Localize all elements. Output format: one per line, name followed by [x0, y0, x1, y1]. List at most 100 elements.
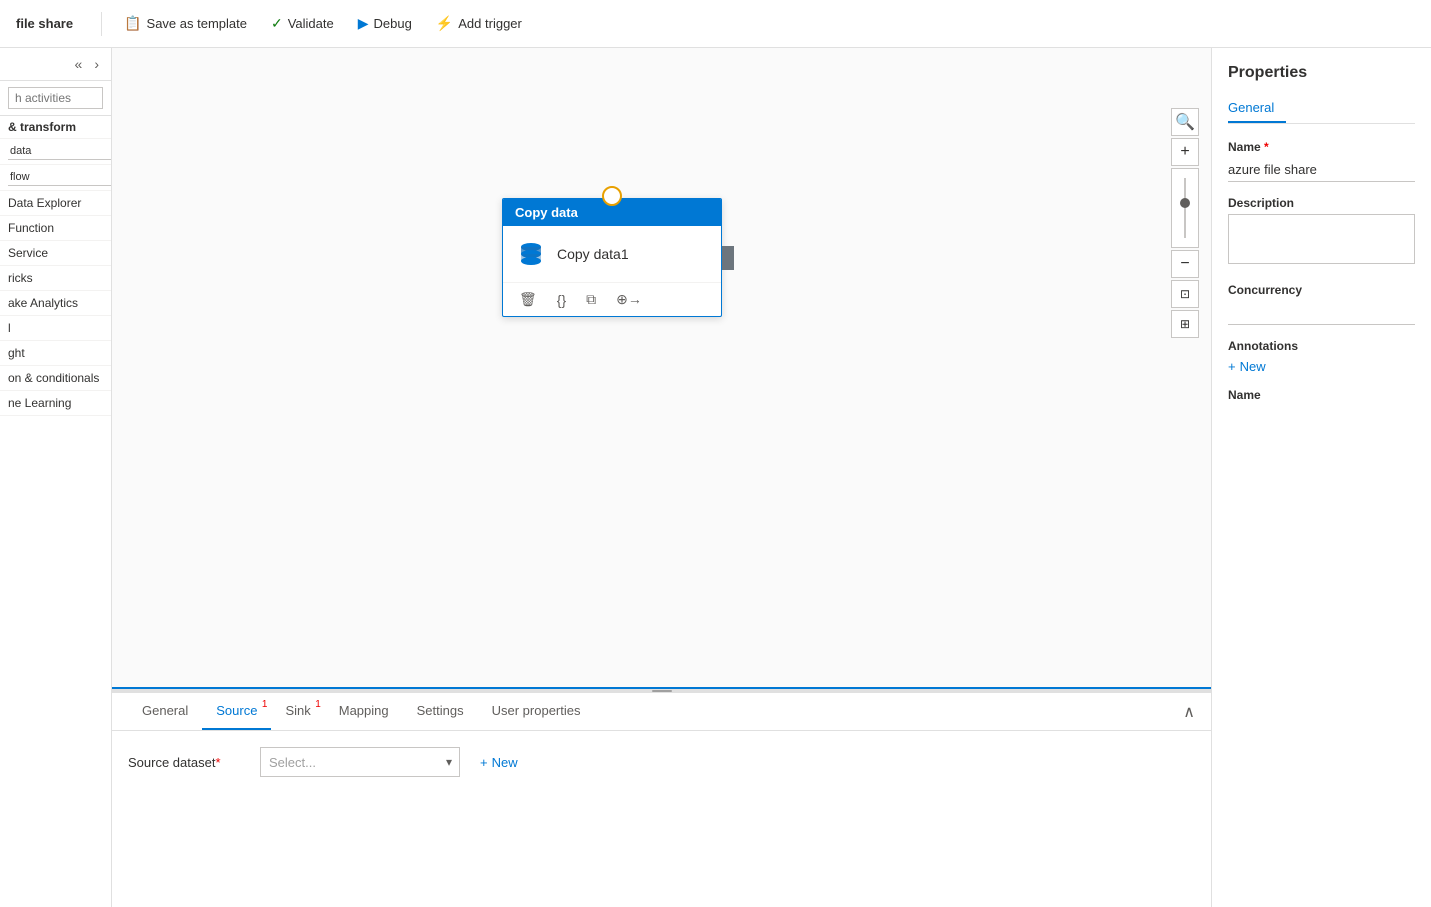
- properties-panel: Properties General Name * Description Co…: [1211, 48, 1431, 907]
- activity-connect-btn[interactable]: ⊕→: [612, 289, 646, 310]
- activity-card: Copy data: [502, 198, 722, 317]
- props-concurrency-label: Concurrency: [1228, 283, 1415, 297]
- debug-label: Debug: [374, 16, 412, 31]
- layout-icon: ⊞: [1180, 317, 1190, 331]
- tab-sink-label: Sink: [285, 703, 310, 718]
- sidebar-toggle-btn[interactable]: ›: [90, 54, 103, 74]
- search-icon: 🔍: [1175, 112, 1195, 132]
- props-concurrency-field: Concurrency: [1228, 283, 1415, 325]
- tab-sink-badge: 1: [315, 699, 321, 710]
- zoom-thumb[interactable]: [1180, 198, 1190, 208]
- props-add-annotation-plus-icon: +: [1228, 359, 1236, 374]
- props-tab-general[interactable]: General: [1228, 94, 1286, 123]
- props-description-field: Description: [1228, 196, 1415, 269]
- activity-node: Copy data: [502, 198, 722, 317]
- tab-general[interactable]: General: [128, 693, 202, 730]
- tab-user-properties-label: User properties: [492, 703, 581, 718]
- bottom-panel-body: Source dataset* Select... ▾ + New: [112, 731, 1211, 907]
- sidebar-item-ricks[interactable]: ricks: [0, 266, 111, 291]
- activity-code-btn[interactable]: {}: [553, 290, 570, 310]
- trigger-icon: ⚡: [436, 15, 453, 32]
- connector-right[interactable]: [722, 246, 734, 270]
- activity-card-actions: 🗑 {} ⧉ ⊕→: [503, 282, 721, 316]
- sidebar-data-input[interactable]: [8, 143, 112, 160]
- bottom-panel-collapse-btn[interactable]: ∧: [1183, 702, 1195, 722]
- source-dataset-required: *: [215, 755, 220, 770]
- props-description-label: Description: [1228, 196, 1415, 210]
- props-description-textarea[interactable]: [1228, 214, 1415, 264]
- save-template-button[interactable]: 📋 Save as template: [114, 9, 257, 38]
- sidebar-flow-input[interactable]: [8, 169, 112, 186]
- save-template-icon: 📋: [124, 15, 141, 32]
- zoom-out-icon: −: [1180, 255, 1189, 273]
- activity-copy-btn[interactable]: ⧉: [582, 289, 600, 310]
- sidebar-input-data: ▼: [0, 139, 111, 165]
- tab-settings[interactable]: Settings: [403, 693, 478, 730]
- props-annotations-header: Annotations: [1228, 339, 1415, 353]
- source-dataset-select[interactable]: Select...: [260, 747, 460, 777]
- tab-source-badge: 1: [262, 699, 268, 710]
- new-dataset-label: New: [492, 755, 518, 770]
- validate-label: Validate: [288, 16, 334, 31]
- zoom-in-icon: +: [1180, 143, 1189, 161]
- debug-icon: ▶: [358, 15, 369, 32]
- bottom-panel: General Source 1 Sink 1 Mapping Settings: [112, 687, 1211, 907]
- properties-title: Properties: [1228, 64, 1415, 82]
- layout-btn[interactable]: ⊞: [1171, 310, 1199, 338]
- sidebar-item-data-explorer[interactable]: Data Explorer: [0, 191, 111, 216]
- props-add-annotation-btn[interactable]: + New: [1228, 359, 1266, 374]
- source-dataset-select-wrap: Select... ▾: [260, 747, 460, 777]
- sidebar-item-ght[interactable]: ght: [0, 341, 111, 366]
- code-icon: {}: [557, 292, 566, 308]
- sidebar-collapse-btn[interactable]: «: [71, 54, 87, 74]
- search-input[interactable]: [8, 87, 103, 109]
- props-name-field: Name *: [1228, 140, 1415, 182]
- tab-general-label: General: [142, 703, 188, 718]
- new-dataset-button[interactable]: + New: [472, 751, 526, 774]
- add-trigger-button[interactable]: ⚡ Add trigger: [426, 9, 532, 38]
- activity-name: Copy data1: [557, 246, 629, 262]
- sidebar-item-conditionals[interactable]: on & conditionals: [0, 366, 111, 391]
- validate-button[interactable]: ✓ Validate: [261, 9, 344, 38]
- tab-mapping[interactable]: Mapping: [325, 693, 403, 730]
- collapse-icon: «: [75, 56, 83, 72]
- zoom-out-btn[interactable]: −: [1171, 250, 1199, 278]
- delete-icon: 🗑: [519, 291, 537, 307]
- connect-icon: ⊕→: [616, 291, 642, 307]
- activity-delete-btn[interactable]: 🗑: [515, 289, 541, 310]
- save-template-label: Save as template: [147, 16, 247, 31]
- props-tab-general-label: General: [1228, 100, 1274, 115]
- sidebar-item-service[interactable]: Service: [0, 241, 111, 266]
- sidebar-section-transform: & transform: [0, 116, 111, 139]
- sidebar-item-l[interactable]: l: [0, 316, 111, 341]
- toolbar: file share 📋 Save as template ✓ Validate…: [0, 0, 1431, 48]
- sidebar-item-function[interactable]: Function: [0, 216, 111, 241]
- fit-icon: ⊡: [1180, 287, 1190, 301]
- props-concurrency-input[interactable]: [1228, 301, 1415, 325]
- zoom-track: [1171, 168, 1199, 248]
- debug-button[interactable]: ▶ Debug: [348, 9, 422, 38]
- props-annotations: Annotations + New: [1228, 339, 1415, 374]
- sidebar: « › & transform ▼ ▼ Data Explorer Functi…: [0, 48, 112, 907]
- source-dataset-label: Source dataset*: [128, 755, 248, 770]
- sidebar-item-lake-analytics[interactable]: ake Analytics: [0, 291, 111, 316]
- zoom-controls: 🔍 + − ⊡ ⊞: [1171, 108, 1199, 338]
- center-area: 🔍 + − ⊡ ⊞: [112, 48, 1211, 907]
- tab-sink[interactable]: Sink 1: [271, 693, 324, 730]
- tab-user-properties[interactable]: User properties: [478, 693, 595, 730]
- props-name-section-label: Name: [1228, 388, 1415, 402]
- search-zoom-btn[interactable]: 🔍: [1171, 108, 1199, 136]
- props-name-input[interactable]: [1228, 158, 1415, 182]
- sidebar-item-machine-learning[interactable]: ne Learning: [0, 391, 111, 416]
- pipeline-title: file share: [16, 16, 73, 31]
- tab-source[interactable]: Source 1: [202, 693, 271, 730]
- props-name-required: *: [1264, 140, 1269, 154]
- fit-btn[interactable]: ⊡: [1171, 280, 1199, 308]
- collapse-up-icon: ∧: [1183, 704, 1195, 721]
- connector-top[interactable]: [602, 186, 622, 206]
- tab-mapping-label: Mapping: [339, 703, 389, 718]
- sidebar-search-area: [0, 81, 111, 116]
- zoom-in-btn[interactable]: +: [1171, 138, 1199, 166]
- tab-source-label: Source: [216, 703, 257, 718]
- resize-handle-dot: [652, 690, 672, 692]
